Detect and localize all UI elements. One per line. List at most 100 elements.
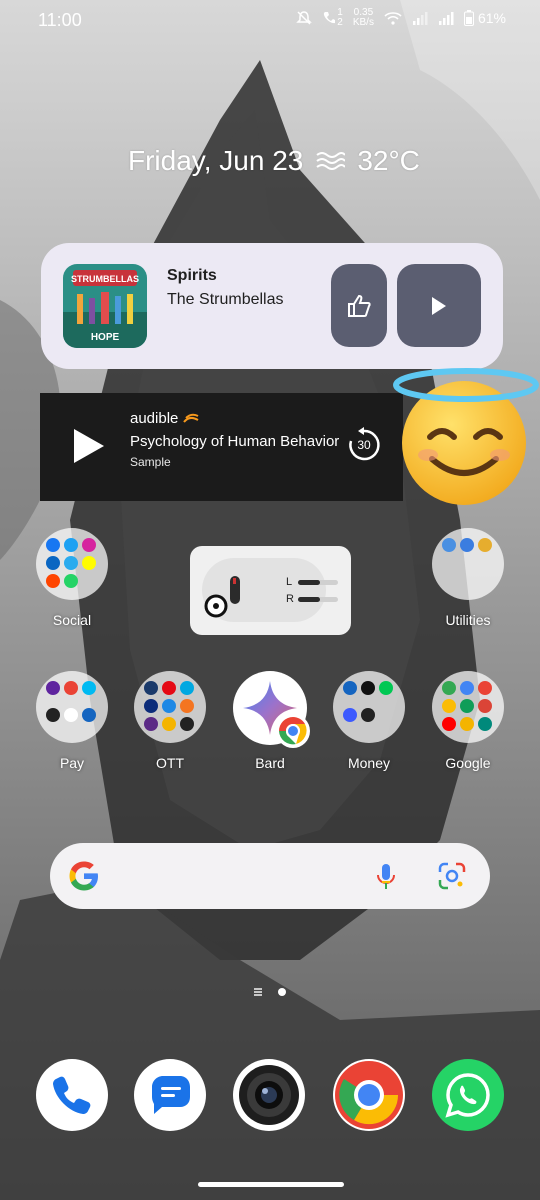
mute-icon <box>296 11 313 25</box>
audible-book-subtitle: Sample <box>130 455 171 469</box>
pockets-icon <box>64 708 78 722</box>
ott-label: OTT <box>156 755 184 771</box>
status-icons: 12 0.35 KB/s 61% <box>296 8 506 28</box>
whatsapp-app[interactable] <box>432 1059 504 1131</box>
volte-icon: 12 <box>322 8 343 28</box>
song-title: Spirits <box>167 267 217 284</box>
pay-folder[interactable] <box>36 671 108 743</box>
chrome-icon <box>335 1061 403 1129</box>
crunchyroll-icon <box>180 699 194 713</box>
phonepe-icon <box>46 681 60 695</box>
chrome-badge-icon <box>276 714 310 748</box>
camera-icon <box>239 1065 299 1125</box>
groww-icon <box>379 681 393 695</box>
ott-folder-icons <box>144 681 196 733</box>
google-folder-icons <box>442 681 494 733</box>
right-earbud-label: R <box>286 593 294 605</box>
network-speed-unit: KB/s <box>352 17 374 28</box>
earbuds-battery-widget[interactable]: L R <box>190 546 351 635</box>
messages-icon <box>152 1076 190 1114</box>
mxplayer-icon <box>162 717 176 731</box>
prime-icon <box>180 681 194 695</box>
battery-indicator: 61% <box>463 10 506 26</box>
left-earbud-battery <box>298 580 338 585</box>
album-art[interactable]: STRUMBELLAS HOPE <box>63 264 147 348</box>
meet-icon <box>478 717 492 731</box>
smiling-face-with-halo-icon[interactable] <box>392 363 540 511</box>
whatsapp-icon <box>64 574 78 588</box>
google-search-bar[interactable] <box>50 843 490 909</box>
wifi-icon <box>384 12 402 25</box>
ott-folder[interactable] <box>134 671 206 743</box>
pay-label: Pay <box>59 755 85 771</box>
youtube-icon <box>442 717 456 731</box>
linkedin-icon <box>46 556 60 570</box>
chrome-app[interactable] <box>333 1059 405 1131</box>
social-label: Social <box>52 612 92 628</box>
google-folder[interactable] <box>432 671 504 743</box>
money-folder[interactable] <box>333 671 405 743</box>
audible-logo-text: audible <box>130 410 179 427</box>
twitter-icon <box>64 538 78 552</box>
rewind-30-button[interactable]: 30 <box>346 427 382 468</box>
disney-icon <box>144 699 158 713</box>
battery-icon <box>463 10 474 26</box>
audible-play-button[interactable] <box>72 427 106 470</box>
netflix-icon <box>162 681 176 695</box>
google-icon <box>460 681 474 695</box>
money-folder-icons <box>343 681 395 733</box>
social-folder[interactable] <box>36 528 108 600</box>
mic-icon[interactable] <box>376 863 396 891</box>
lens-icon[interactable] <box>438 862 466 890</box>
camera-app[interactable] <box>233 1059 305 1131</box>
keep-icon <box>460 717 474 731</box>
utilities-folder[interactable] <box>432 528 504 600</box>
left-earbud-level <box>298 580 320 585</box>
page-indicator <box>254 988 286 996</box>
network-speed: 0.35 KB/s <box>353 8 374 28</box>
utilities-folder-icons <box>442 538 494 590</box>
clock: 11:00 <box>38 10 82 30</box>
telegram-icon <box>64 556 78 570</box>
facebook-icon <box>46 538 60 552</box>
thumbs-up-icon <box>348 294 371 317</box>
feed-page-indicator <box>254 988 262 990</box>
play-icon <box>432 296 446 315</box>
messages-app[interactable] <box>134 1059 206 1131</box>
audible-logo: audible <box>130 410 199 427</box>
gmail-icon <box>478 681 492 695</box>
pay-folder-icons <box>46 681 98 733</box>
reddit-icon <box>46 574 60 588</box>
date-text: Friday, Jun 23 <box>128 145 304 176</box>
bard-app[interactable] <box>233 671 310 748</box>
date-weather-widget[interactable]: Friday, Jun 23 32°C <box>128 145 420 177</box>
jio-icon <box>180 717 194 731</box>
battery-percent: 61% <box>477 10 506 26</box>
audible-widget[interactable]: audible Psychology of Human Behavior Sam… <box>40 393 403 501</box>
play-icon <box>162 699 176 713</box>
song-artist: The Strumbellas <box>167 291 284 308</box>
status-bar: 11:00 12 0.35 KB/s 61% <box>0 0 540 40</box>
temperature-text: 32°C <box>357 145 420 176</box>
media-player-card[interactable]: STRUMBELLAS HOPE Spirits The Strumbellas <box>41 243 503 369</box>
gesture-nav-handle[interactable] <box>198 1182 344 1187</box>
bard-label: Bard <box>255 755 285 771</box>
bhim-icon <box>46 708 60 722</box>
files-icon <box>442 538 456 552</box>
voot-icon <box>144 717 158 731</box>
photos-icon <box>478 699 492 713</box>
phone-app[interactable] <box>36 1059 108 1131</box>
utilities-label: Utilities <box>445 612 491 628</box>
money-label: Money <box>347 755 391 771</box>
play-store-icon <box>442 681 456 695</box>
like-button[interactable] <box>331 264 387 347</box>
rewind-seconds: 30 <box>357 438 371 452</box>
coin-icon <box>343 708 357 722</box>
play-button[interactable] <box>397 264 481 347</box>
bank-icon <box>82 708 96 722</box>
google-g-icon <box>69 861 98 891</box>
sonyliv-icon <box>144 681 158 695</box>
gpay-icon <box>64 681 78 695</box>
upstox-icon <box>343 681 357 695</box>
right-earbud-level <box>298 597 320 602</box>
